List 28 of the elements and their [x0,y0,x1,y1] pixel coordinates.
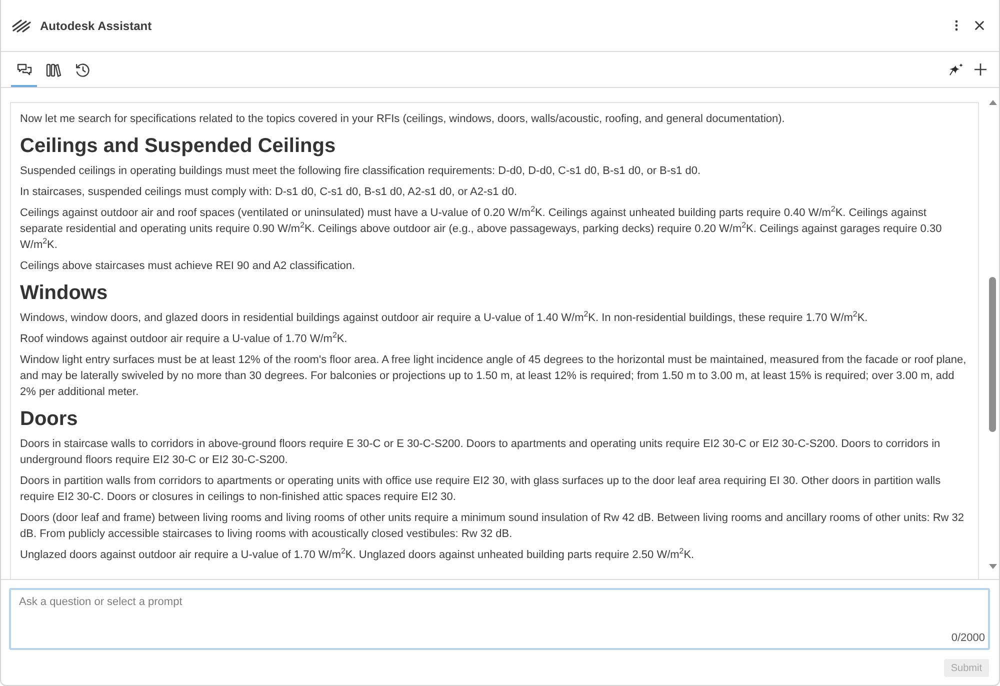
paragraph: Doors in partition walls from corridors to apartments or operating units with office use require EI2 30, with glass surfaces up to the door leaf area requiring EI 30. Other doors in partition walls require EI2 30-C. Doors or closures in ceilings to non-finished attic spaces require EI2 30. [20,474,942,505]
character-counter: 0/2000 [951,632,985,644]
scroll-down-icon[interactable] [988,564,996,569]
paragraph: Ceilings against outdoor air and roof spaces (ventilated or uninsulated) must have a U-value of 0.20 W/m$^{2}$K. Ceilings against unheated building parts require 0.40 W/m$^{2}$K. Ceilings against separate residential and operating units require 0.90 W/m$^{2}$K. Ceilings above outdoor air (e.g., above passageways, parking decks) require 0.20 W/m$^{2}$K. Ceilings against garages require 0.30 W/m$^{2}$K. [20,205,943,253]
scrollbar-thumb[interactable] [989,277,996,432]
section-heading: Windows [20,281,109,306]
history-icon [74,62,90,76]
section-heading: Doors [20,407,79,432]
paragraph: Roof windows against outdoor air require a U-value of 1.70 W/m$^{2}$K. [20,331,348,347]
paragraph: Now let me search for specifications related to the topics covered in your RFIs (ceilings, windows, doors, walls/acoustic, roofing, and general documentation). [20,112,786,127]
paragraph: In staircases, suspended ceilings must comply with: D-s1 d0, C-s1 d0, B-s1 d0, A2-s1 d0, or A2-s1 d0. [20,185,518,200]
scroll-up-icon[interactable] [988,100,996,105]
paragraph: Doors (door leaf and frame) between living rooms and living rooms of other units require a minimum sound insulation of Rw 42 dB. Between living rooms and ancillary rooms of other units: Rw 32 dB. From publicly accessible staircases to living rooms with acoustically closed vestibules: Rw 32 dB. [20,511,966,542]
sparkle-icon [948,62,964,76]
section-heading: Ceilings and Suspended Ceilings [20,134,337,159]
chat-bubbles-icon [16,62,32,76]
paragraph: Windows, window doors, and glazed doors in residential buildings against outdoor air require a U-value of 1.40 W/m$^{2}$K. In non-residential buildings, these require 1.70 W/m$^{2}$K. [20,310,869,326]
paragraph: Doors in staircase walls to corridors in above-ground floors require E 30-C or E 30-C-S200. Doors to apartments and operating units require EI2 30-C or EI2 30-C-S200. Doors to corridors in underground floors require EI2 30-C or EI2 30-C-S200. [20,437,942,468]
paragraph: Window light entry surfaces must be at least 12% of the room's floor area. A free light incidence angle of 45 degrees to the horizontal must be maintained, measured from the facade or roof plane, and may be laterally swiveled by no more than 30 degrees. For balconies or projections up to 1.50 m, at least 12% is required; from 1.50 m to 3.00 m, at least 15% is required; over 3.00 m, add 2% per additional meter. [20,353,968,400]
logo-icon [12,18,32,32]
window-title: Autodesk Assistant [40,18,152,32]
books-icon [46,62,60,76]
paragraph: Unglazed doors against outdoor air require a U-value of 1.70 W/m$^{2}$K. Unglazed doors against unheated building parts require 2.50 W/m$^{2}$K. [20,547,696,563]
more-options-icon [954,20,958,31]
paragraph: Suspended ceilings in operating buildings must meet the following fire classification requirements: D-d0, D-d0, C-s1 d0, B-s1 d0, or B-s1 d0. [20,164,702,179]
close-icon [974,21,984,30]
paragraph: Ceilings above staircases must achieve REI 90 and A2 classification. [20,259,356,274]
plus-icon [974,63,986,76]
